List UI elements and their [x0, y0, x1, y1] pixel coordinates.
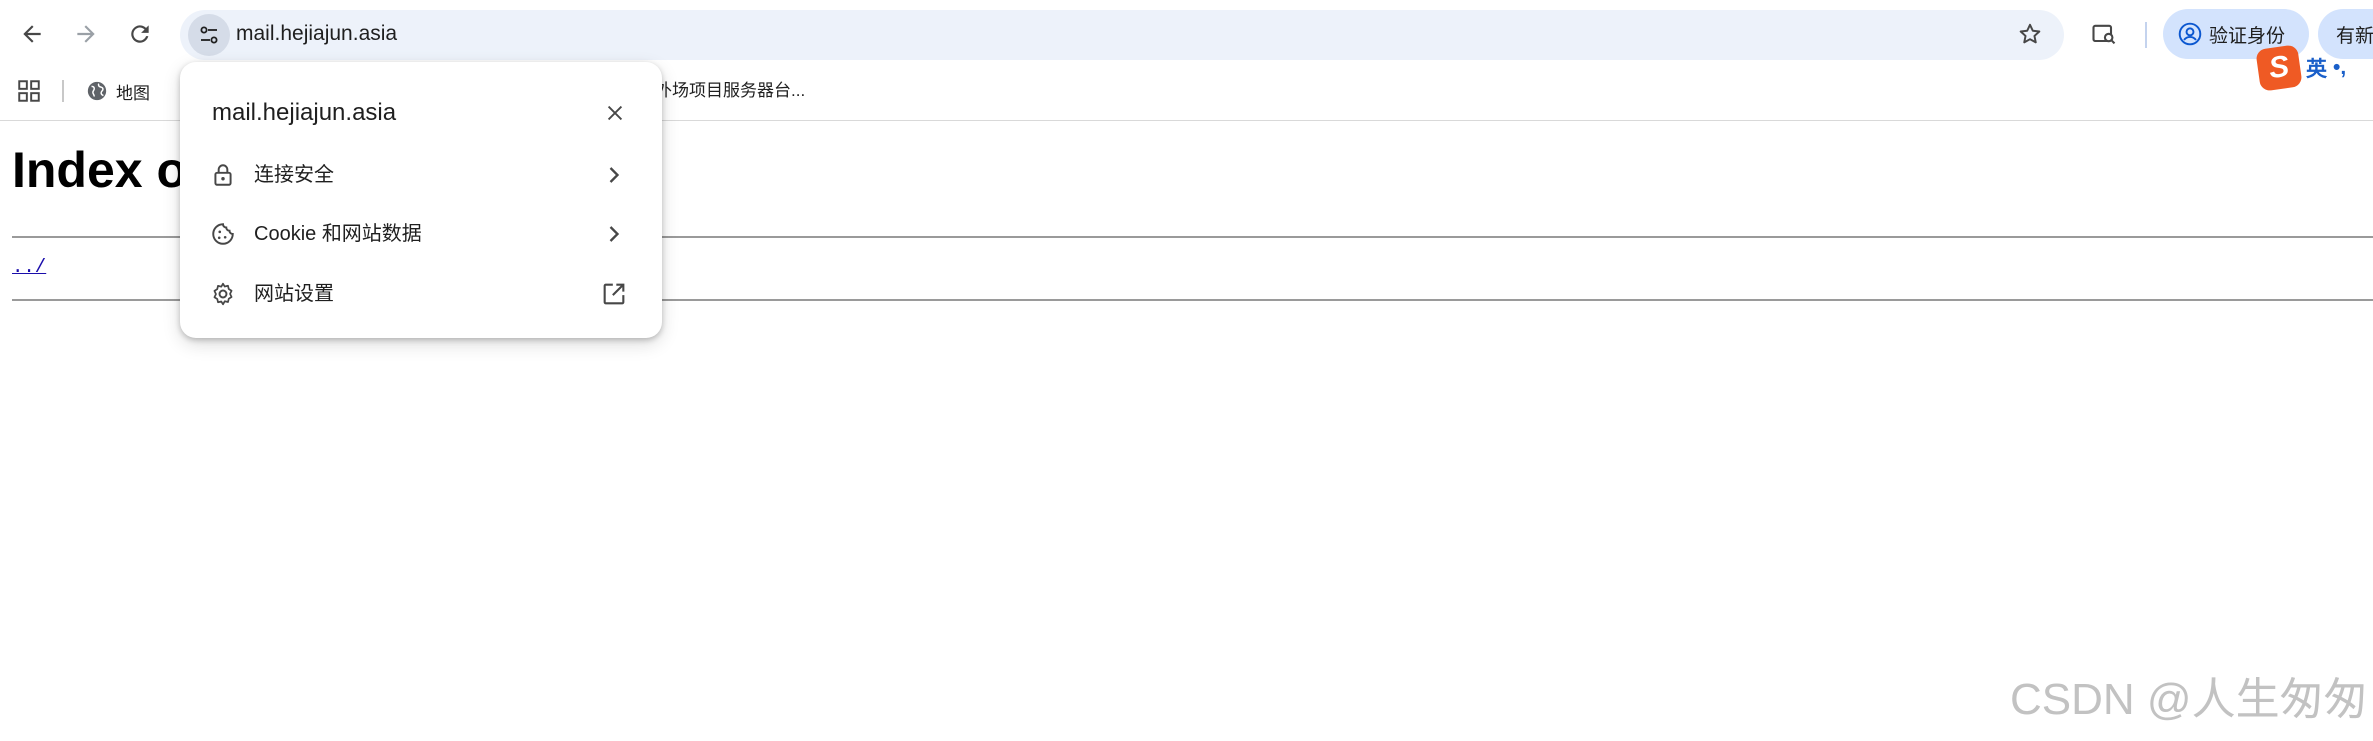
bookmarks-divider — [62, 80, 64, 102]
verify-identity-label: 验证身份 — [2209, 25, 2286, 47]
site-info-button[interactable] — [188, 14, 230, 56]
chevron-right-icon — [609, 226, 620, 242]
arrow-right-icon — [77, 25, 95, 43]
gear-icon — [213, 282, 233, 306]
popup-close-button[interactable] — [598, 96, 632, 130]
bookmark-map[interactable]: 地图 — [86, 77, 150, 105]
ime-mode-label: 英 — [2306, 58, 2327, 81]
bookmark-map-label: 地图 — [116, 83, 150, 103]
bookmark-star-button[interactable] — [2014, 18, 2046, 50]
star-icon — [2019, 23, 2041, 44]
menu-item-label: 连接安全 — [254, 164, 334, 186]
toolbar-divider — [2145, 22, 2147, 48]
url-text[interactable]: mail.hejiajun.asia — [236, 20, 397, 48]
profile-icon — [2178, 22, 2202, 46]
arrow-left-icon — [23, 25, 41, 43]
sogou-logo-icon: S — [2255, 44, 2303, 92]
back-button[interactable] — [8, 10, 56, 58]
menu-item-cookies[interactable]: Cookie 和网站数据 — [180, 205, 662, 263]
parent-directory-link[interactable]: ../ — [12, 256, 46, 278]
close-icon — [607, 105, 623, 121]
apps-grid-icon[interactable] — [16, 78, 42, 104]
menu-item-site-settings[interactable]: 网站设置 — [180, 265, 662, 323]
bookmark-project-servers[interactable]: 外场项目服务器台... — [655, 80, 805, 102]
address-bar[interactable] — [180, 10, 2064, 60]
menu-item-label: 网站设置 — [254, 283, 334, 305]
forward-button[interactable] — [62, 10, 110, 58]
csdn-watermark: CSDN @人生匆匆 — [2010, 675, 2368, 724]
tab-search-icon — [2092, 24, 2116, 45]
reload-button[interactable] — [116, 10, 164, 58]
tune-icon — [200, 26, 218, 44]
ime-punct-label: •, — [2333, 56, 2347, 79]
site-info-popup: mail.hejiajun.asia 连接安全 Cookie 和网站数据 网站设… — [180, 62, 662, 338]
popup-site-title: mail.hejiajun.asia — [212, 99, 397, 126]
tab-search-button[interactable] — [2086, 16, 2122, 52]
reload-icon — [131, 25, 149, 43]
cookie-icon — [212, 223, 234, 245]
chevron-right-icon — [609, 167, 620, 183]
menu-item-connection-security[interactable]: 连接安全 — [180, 146, 662, 204]
menu-item-label: Cookie 和网站数据 — [254, 223, 422, 245]
open-in-new-icon — [603, 283, 625, 305]
globe-icon — [87, 81, 107, 101]
ime-indicator[interactable]: S 英 •, — [2255, 44, 2347, 92]
page-title: Index o — [12, 142, 188, 198]
lock-icon — [214, 164, 232, 186]
